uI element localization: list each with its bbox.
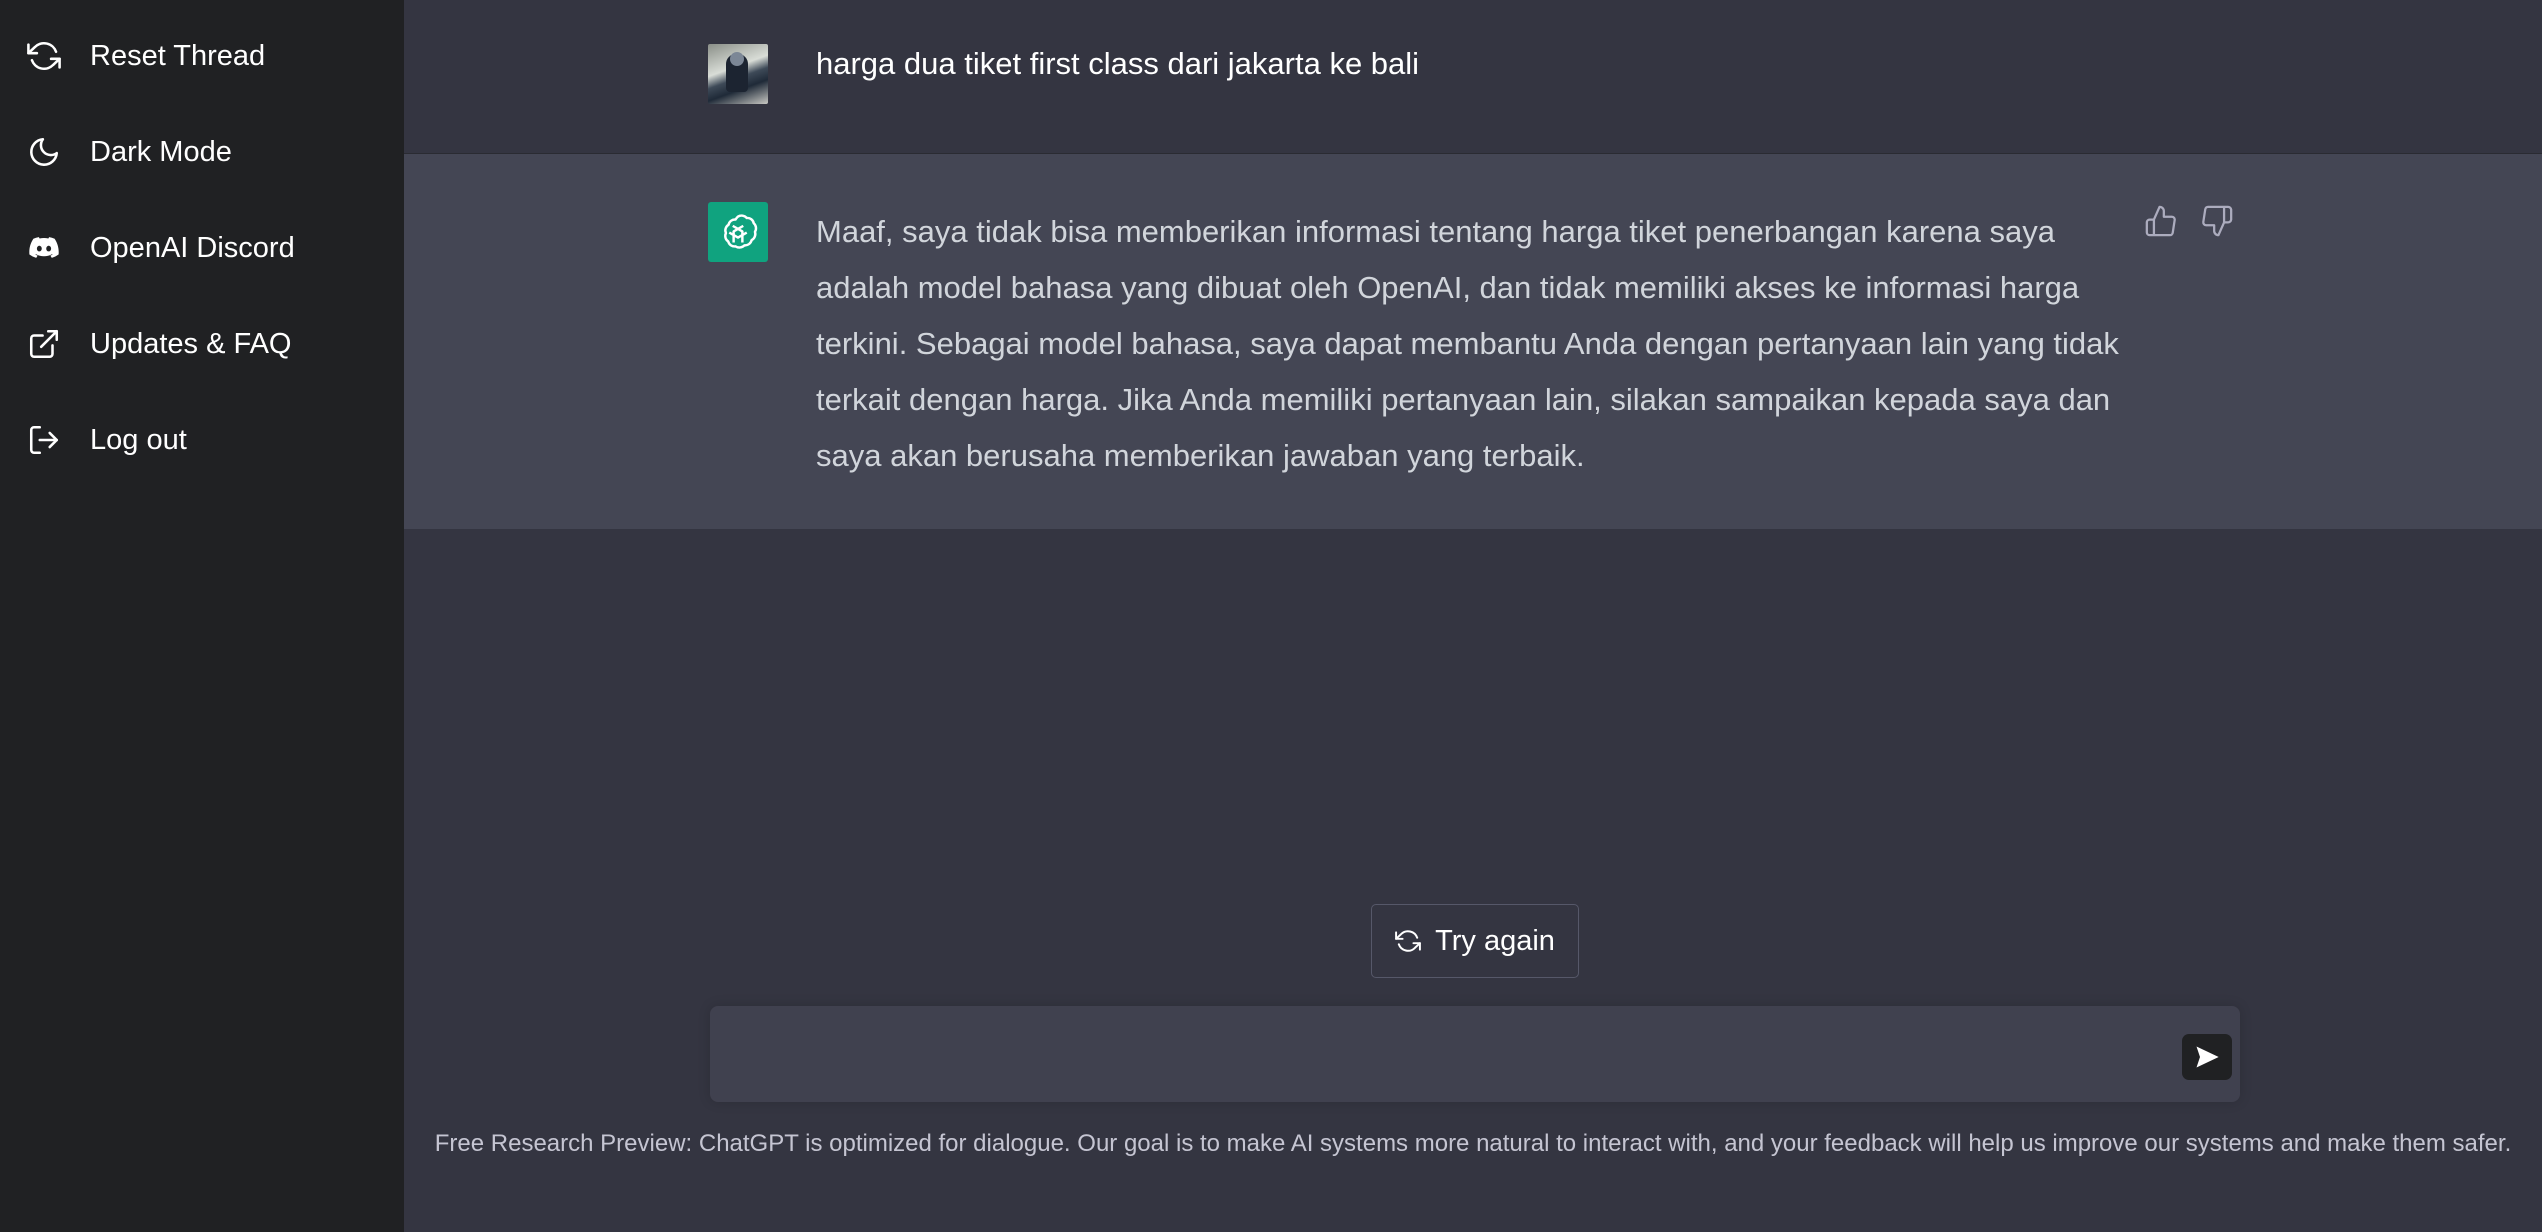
logout-icon <box>26 422 62 458</box>
user-avatar <box>708 44 768 104</box>
message-input[interactable] <box>734 1034 2138 1076</box>
try-again-label: Try again <box>1435 924 1555 957</box>
sidebar-item-label: OpenAI Discord <box>90 231 295 264</box>
thumbs-down-icon[interactable] <box>2200 204 2234 238</box>
try-again-button[interactable]: Try again <box>1371 904 1579 978</box>
footer-disclaimer: Free Research Preview: ChatGPT is optimi… <box>434 1130 2512 1157</box>
send-icon <box>2193 1043 2221 1071</box>
sidebar-item-reset-thread[interactable]: Reset Thread <box>26 24 386 88</box>
sidebar-item-log-out[interactable]: Log out <box>26 408 386 472</box>
sidebar-item-dark-mode[interactable]: Dark Mode <box>26 120 386 184</box>
sidebar-item-updates-faq[interactable]: Updates & FAQ <box>26 312 386 376</box>
assistant-message-text: Maaf, saya tidak bisa memberikan informa… <box>816 214 2119 473</box>
openai-logo-icon <box>708 202 768 262</box>
sidebar-item-label: Log out <box>90 423 187 456</box>
user-message-row: harga dua tiket first class dari jakarta… <box>404 0 2542 154</box>
sidebar-item-openai-discord[interactable]: OpenAI Discord <box>26 216 386 280</box>
message-composer <box>710 1006 2240 1102</box>
discord-icon <box>26 230 62 266</box>
sidebar-item-label: Reset Thread <box>90 39 266 72</box>
thumbs-up-icon[interactable] <box>2144 204 2178 238</box>
assistant-message-row: Maaf, saya tidak bisa memberikan informa… <box>404 154 2542 529</box>
sidebar-item-label: Dark Mode <box>90 135 232 168</box>
chat-main: harga dua tiket first class dari jakarta… <box>404 0 2542 1232</box>
sidebar: Reset Thread Dark Mode OpenAI Discord Up… <box>0 0 404 1232</box>
moon-icon <box>26 134 62 170</box>
external-link-icon <box>26 326 62 362</box>
refresh-icon <box>26 38 62 74</box>
sidebar-item-label: Updates & FAQ <box>90 327 292 360</box>
send-button[interactable] <box>2182 1034 2232 1080</box>
user-message-text: harga dua tiket first class dari jakarta… <box>816 46 1420 81</box>
refresh-icon <box>1395 928 1421 954</box>
feedback-controls <box>2144 204 2234 238</box>
